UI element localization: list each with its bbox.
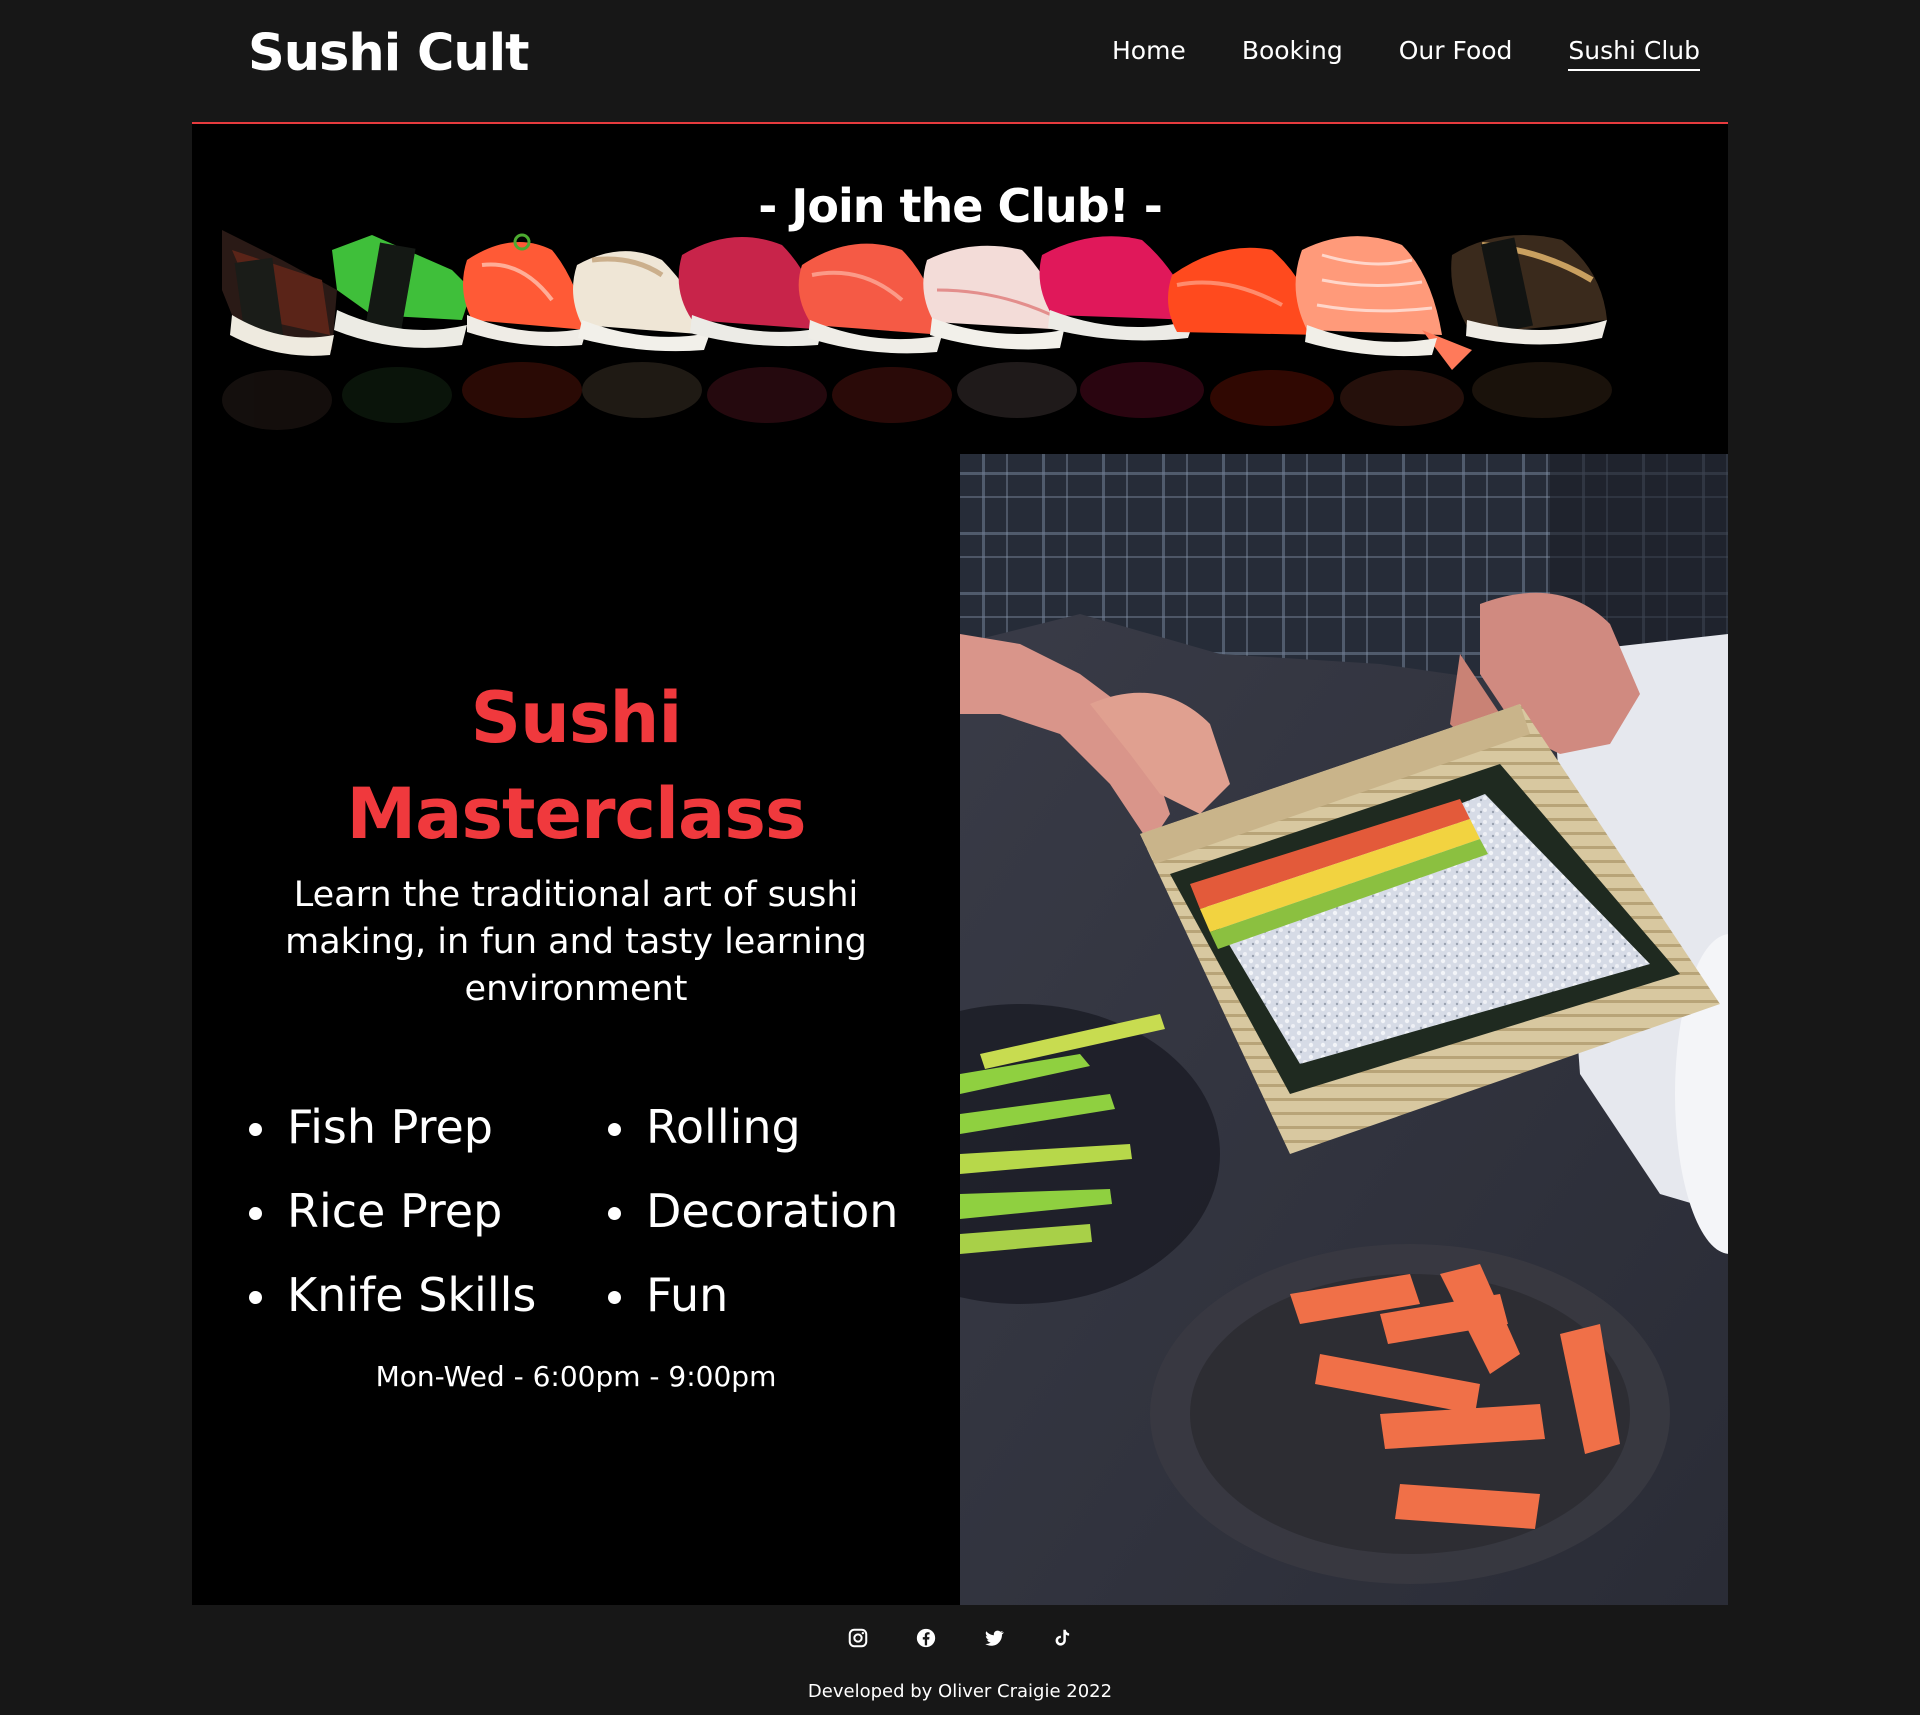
masterclass-panel: Sushi Masterclass Learn the traditional …: [192, 454, 960, 1605]
site-logo[interactable]: Sushi Cult: [248, 24, 530, 83]
list-item: Fun: [608, 1267, 728, 1323]
tiktok-icon[interactable]: [1051, 1627, 1073, 1649]
sushi-rolling-photo: [960, 454, 1728, 1605]
nav-booking[interactable]: Booking: [1242, 36, 1343, 71]
masterclass-title: Sushi Masterclass: [192, 670, 960, 862]
masterclass-title-line1: Sushi: [470, 677, 683, 759]
main-nav: Home Booking Our Food Sushi Club: [1112, 36, 1700, 71]
site-footer: Developed by Oliver Craigie 2022: [0, 1605, 1920, 1715]
sushi-row-image: [222, 230, 1612, 430]
site-header: Sushi Cult Home Booking Our Food Sushi C…: [192, 0, 1728, 124]
nav-sushi-club[interactable]: Sushi Club: [1568, 36, 1700, 71]
list-item: Knife Skills: [249, 1267, 536, 1323]
list-item: Decoration: [608, 1183, 898, 1239]
masterclass-description: Learn the traditional art of sushi makin…: [285, 875, 867, 1009]
list-item: Rolling: [608, 1099, 801, 1155]
masterclass-title-line2: Masterclass: [346, 773, 806, 855]
facebook-icon[interactable]: [915, 1627, 937, 1649]
class-schedule: Mon-Wed - 6:00pm - 9:00pm: [375, 1360, 777, 1393]
instagram-icon[interactable]: [847, 1627, 869, 1649]
sushi-rolling-illustration: [960, 454, 1728, 1605]
main-content: - Join the Club! - Sushi Masterclass Lea…: [192, 124, 1728, 1605]
footer-credit: Developed by Oliver Craigie 2022: [807, 1681, 1113, 1702]
nav-home[interactable]: Home: [1112, 36, 1186, 71]
list-item: Rice Prep: [249, 1183, 502, 1239]
twitter-icon[interactable]: [983, 1627, 1005, 1649]
join-club-banner: - Join the Club! -: [192, 124, 1728, 454]
nav-our-food[interactable]: Our Food: [1399, 36, 1513, 71]
social-links: [0, 1627, 1920, 1649]
list-item: Fish Prep: [249, 1099, 493, 1155]
